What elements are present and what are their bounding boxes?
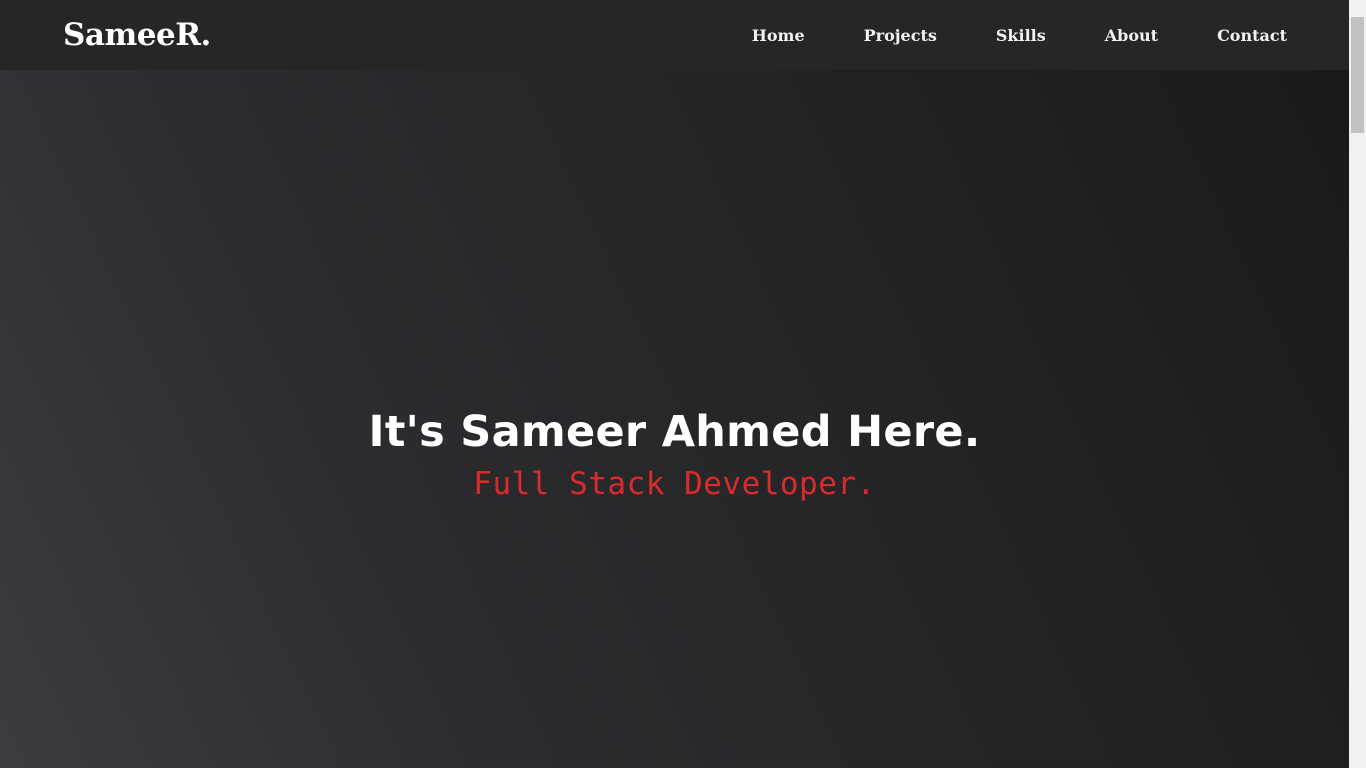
nav-link-home[interactable]: Home [752,26,805,45]
nav-link-about[interactable]: About [1105,26,1158,45]
nav-link-contact[interactable]: Contact [1217,26,1287,45]
hero-title: It's Sameer Ahmed Here. [368,407,981,457]
nav-link-skills[interactable]: Skills [996,26,1046,45]
navbar: SameeR. Home Projects Skills About Conta… [0,0,1349,70]
page: SameeR. Home Projects Skills About Conta… [0,0,1366,768]
nav-link-projects[interactable]: Projects [864,26,937,45]
nav-menu: Home Projects Skills About Contact [693,0,1287,70]
scrollbar-thumb[interactable] [1351,17,1364,133]
brand-logo[interactable]: SameeR. [63,14,211,56]
hero-section: It's Sameer Ahmed Here. Full Stack Devel… [0,70,1349,768]
hero-subtitle: Full Stack Developer. [473,466,876,502]
vertical-scrollbar[interactable] [1349,0,1366,768]
